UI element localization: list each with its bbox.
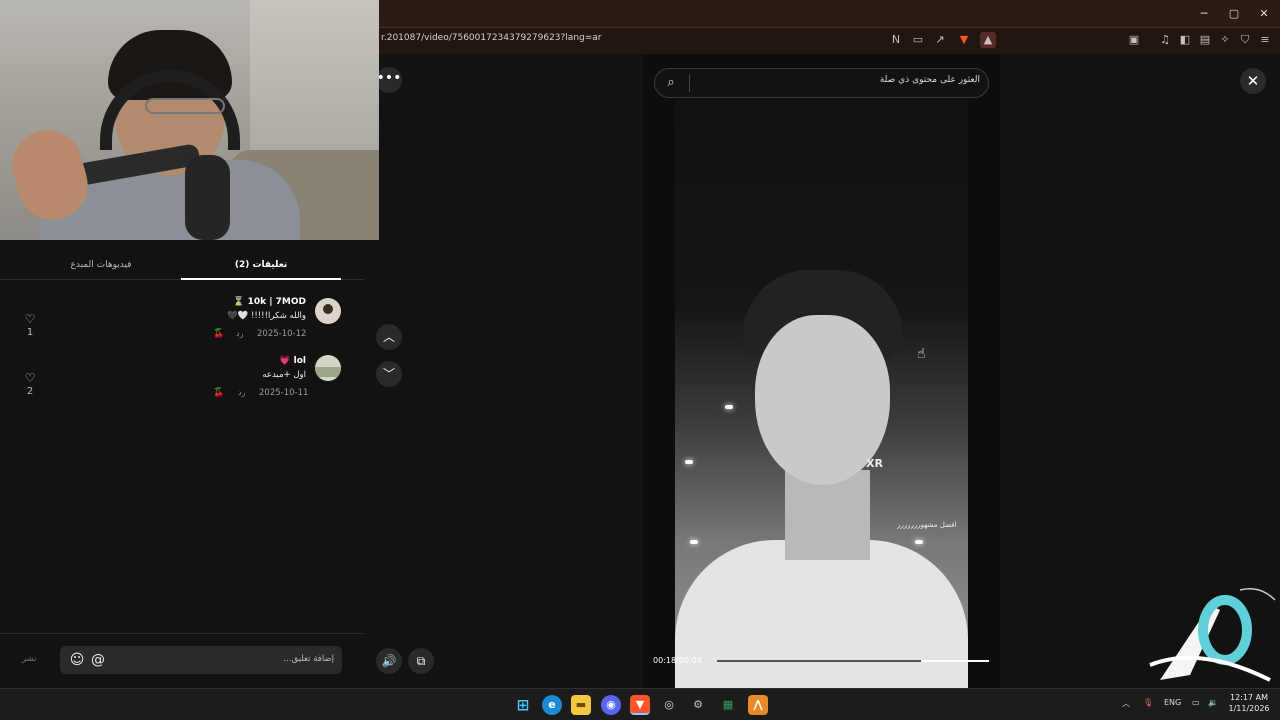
comment-author[interactable]: lol 💗: [200, 356, 306, 366]
edge-icon[interactable]: e: [542, 695, 562, 715]
post-button[interactable]: نشر: [22, 654, 37, 664]
sidebar-icon[interactable]: ◧: [1177, 32, 1193, 48]
reply-button[interactable]: رد: [238, 388, 245, 397]
like-count: 2: [26, 386, 34, 397]
discord-icon[interactable]: ◉: [601, 695, 621, 715]
comments-panel: [0, 240, 364, 688]
like-count: 1: [26, 327, 34, 338]
taskbar-clock[interactable]: 12:17 AM 1/11/2026: [1228, 692, 1270, 714]
tab-comments[interactable]: (2) تعليقات: [181, 260, 341, 270]
reader-icon[interactable]: N: [888, 32, 904, 48]
clock-date: 1/11/2026: [1228, 704, 1270, 713]
tab-active-indicator: [181, 278, 341, 280]
language-indicator[interactable]: ENG: [1164, 698, 1181, 707]
mic-icon[interactable]: 🎙: [1143, 698, 1153, 707]
video-content[interactable]: XR افضل مشهوررررررر: [675, 100, 968, 688]
mention-icon[interactable]: @: [89, 651, 107, 669]
comment-date: 2025-10-12: [257, 329, 307, 339]
previous-video-button[interactable]: ︿: [376, 324, 402, 350]
rewards-icon[interactable]: ▲: [980, 32, 996, 48]
start-icon[interactable]: ⊞: [513, 695, 533, 715]
avatar[interactable]: [315, 298, 341, 324]
file-explorer-icon[interactable]: ▬: [571, 695, 591, 715]
comment-date: 2025-10-11: [259, 388, 309, 398]
webcam-overlay: [0, 0, 379, 240]
url-text[interactable]: r.201087/video/7560017234379279623?lang=…: [381, 33, 602, 43]
app-icon[interactable]: ⋀: [748, 695, 768, 715]
heart-icon[interactable]: ♡: [23, 371, 37, 385]
cherry-icon: 🍒: [213, 388, 225, 398]
spreadsheet-icon[interactable]: ▦: [718, 695, 738, 715]
search-icon[interactable]: ⌕: [662, 74, 680, 92]
brave-icon[interactable]: ▼: [630, 695, 650, 715]
tray-expand-icon[interactable]: ︿: [1122, 698, 1130, 709]
comment-author[interactable]: 10k | 7MOD ⌛: [200, 297, 306, 307]
comment-text: والله شكرا!!!!! 🤍🖤: [227, 311, 306, 321]
volume-button[interactable]: 🔊: [376, 648, 402, 674]
more-options-button[interactable]: •••: [376, 67, 402, 93]
clock-time: 12:17 AM: [1230, 693, 1268, 702]
cherry-icon: 🍒: [213, 329, 225, 339]
steam-icon[interactable]: ⚙: [688, 695, 708, 715]
avatar[interactable]: [315, 355, 341, 381]
share-icon[interactable]: ↗: [932, 32, 948, 48]
streamer-logo: [1149, 588, 1276, 682]
maximize-button[interactable]: ▢: [1219, 5, 1249, 23]
street-light: [725, 405, 733, 409]
vpn-icon[interactable]: ⛉: [1237, 32, 1253, 48]
close-viewer-button[interactable]: ✕: [1240, 68, 1266, 94]
video-caption: افضل مشهوررررررر: [897, 521, 957, 529]
wallet-icon[interactable]: ▤: [1197, 32, 1213, 48]
close-window-button[interactable]: ✕: [1249, 5, 1279, 23]
tab-manager-icon[interactable]: ▣: [1126, 32, 1142, 48]
media-icon[interactable]: ♫: [1157, 32, 1173, 48]
street-light: [685, 460, 693, 464]
video-timecode: 00:18/00:04: [653, 656, 702, 665]
tab-creator-videos[interactable]: فيديوهات المبدع: [21, 260, 181, 270]
comment-input-placeholder[interactable]: إضافة تعليق...: [200, 654, 334, 664]
microphone: [185, 155, 230, 240]
search-divider: [689, 74, 690, 92]
glasses: [145, 98, 225, 114]
leo-ai-icon[interactable]: ✧: [1217, 32, 1233, 48]
comment-text: اول +مبدعه: [262, 370, 306, 380]
video-progress-fill: [921, 660, 989, 662]
street-light: [915, 540, 923, 544]
heart-icon[interactable]: ♡: [23, 312, 37, 326]
street-light: [690, 540, 698, 544]
minimize-button[interactable]: ─: [1189, 5, 1219, 23]
menu-icon[interactable]: ≡: [1257, 32, 1273, 48]
next-video-button[interactable]: ﹀: [376, 361, 402, 387]
video-overlay-text: XR: [866, 457, 883, 470]
volume-icon[interactable]: 🔉: [1208, 698, 1218, 707]
cast-icon[interactable]: ▭: [910, 32, 926, 48]
mouse-cursor-icon: ☝: [917, 346, 926, 362]
reply-button[interactable]: رد: [236, 329, 243, 338]
related-search-input[interactable]: العثور على محتوى ذي صلة: [700, 75, 980, 85]
pip-button[interactable]: ⧉: [408, 648, 434, 674]
video-subject-body: [675, 540, 968, 688]
brave-shield-icon[interactable]: ▼: [956, 32, 972, 48]
emoji-icon[interactable]: ☺: [68, 651, 86, 669]
network-icon[interactable]: ▭: [1192, 698, 1200, 707]
obs-icon[interactable]: ◎: [659, 695, 679, 715]
